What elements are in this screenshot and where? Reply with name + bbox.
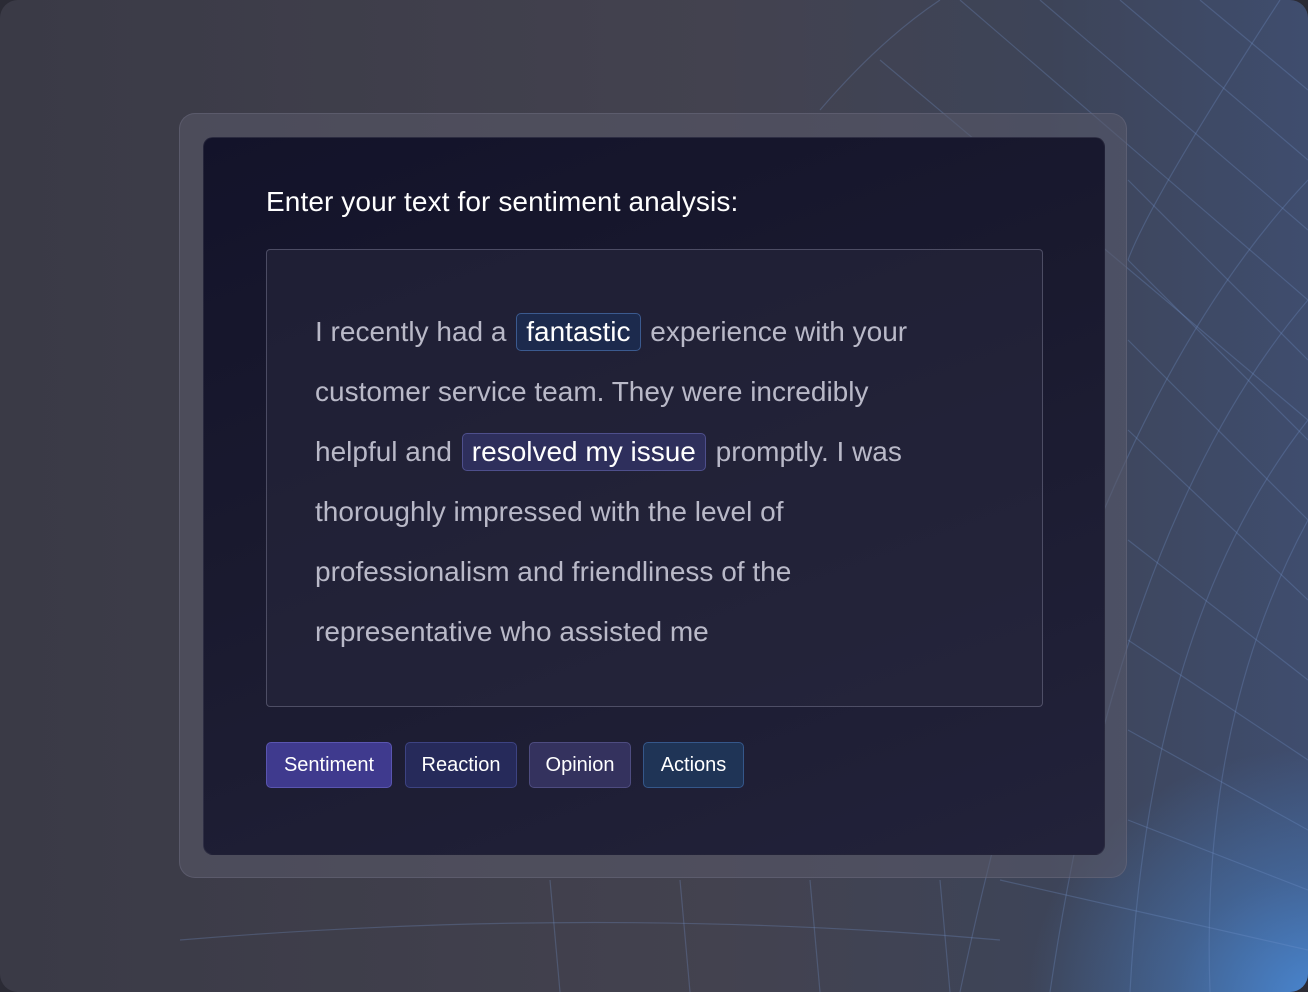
- text-line: thoroughly impressed with the level of: [315, 496, 784, 527]
- text-line: representative who assisted me: [315, 616, 709, 647]
- text-line: professionalism and friendliness of the: [315, 556, 792, 587]
- tag-reaction-button[interactable]: Reaction: [405, 742, 517, 788]
- prompt-heading: Enter your text for sentiment analysis:: [266, 186, 739, 217]
- tag-opinion-button[interactable]: Opinion: [529, 742, 631, 788]
- resolved-issue-highlight[interactable]: resolved my issue: [461, 433, 706, 471]
- text-segment: experience with your: [642, 316, 908, 347]
- sentiment-panel: Enter your text for sentiment analysis: …: [203, 137, 1105, 855]
- tag-sentiment-button[interactable]: Sentiment: [266, 742, 392, 788]
- text-segment: I recently had a: [315, 316, 515, 347]
- positive-highlight[interactable]: fantastic: [516, 313, 641, 351]
- text-segment: helpful and: [315, 436, 460, 467]
- text-input-area[interactable]: I recently had a fantastic experience wi…: [266, 249, 1043, 707]
- text-segment: promptly. I was: [707, 436, 902, 467]
- text-line: helpful and resolved my issue promptly. …: [315, 422, 975, 482]
- text-line: I recently had a fantastic experience wi…: [315, 302, 975, 362]
- text-line: customer service team. They were incredi…: [315, 376, 869, 407]
- input-text: I recently had a fantastic experience wi…: [315, 302, 975, 662]
- tag-actions-button[interactable]: Actions: [643, 742, 744, 788]
